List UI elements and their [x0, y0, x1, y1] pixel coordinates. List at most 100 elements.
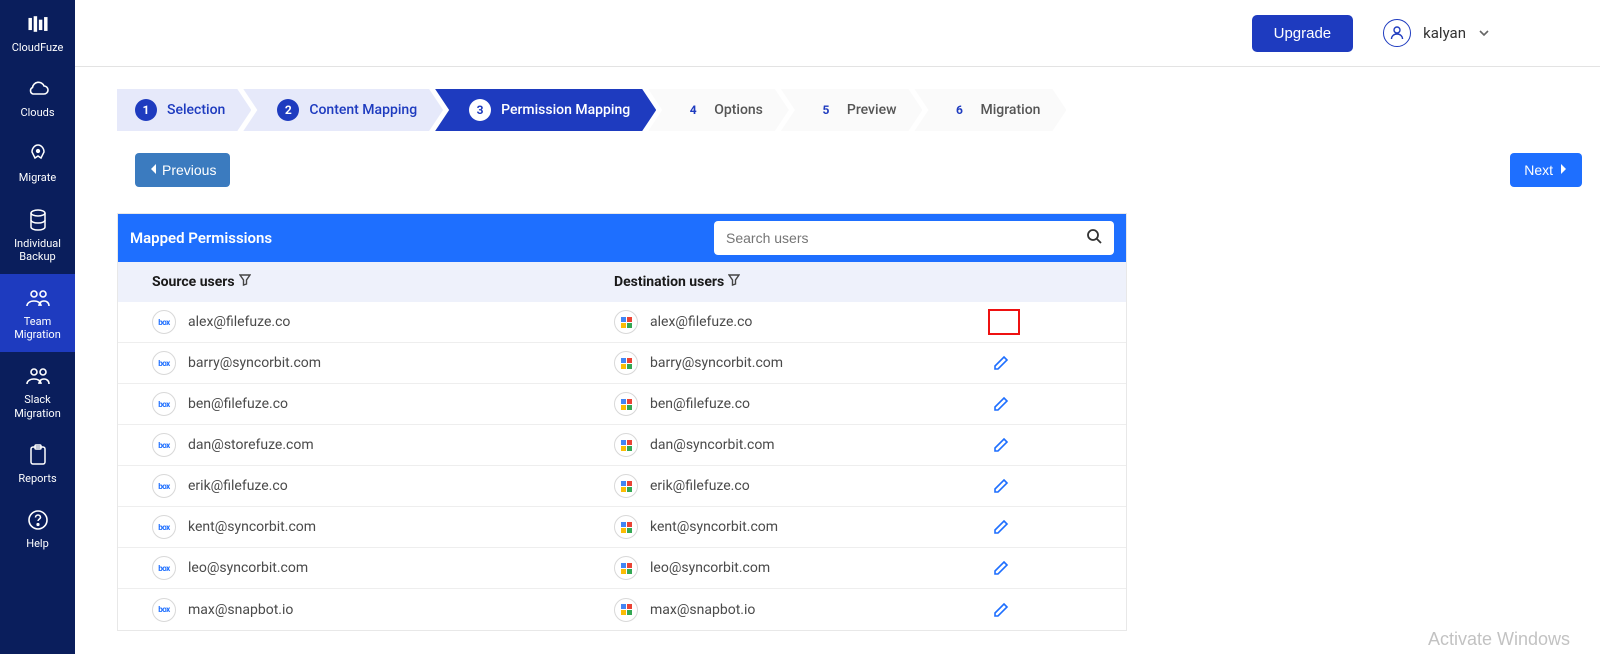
sidebar-label: CloudFuze: [12, 41, 64, 54]
source-email: barry@syncorbit.com: [188, 355, 321, 371]
edit-button[interactable]: [988, 350, 1014, 376]
table-row: box barry@syncorbit.com barry@syncorbit.…: [118, 343, 1126, 384]
stepper: 1 Selection 2 Content Mapping 3 Permissi…: [117, 89, 1570, 131]
cell-destination: ben@filefuze.co: [598, 392, 978, 416]
search-wrap: [714, 221, 1114, 255]
previous-button[interactable]: Previous: [135, 153, 230, 187]
box-icon: box: [152, 433, 176, 457]
box-icon: box: [152, 474, 176, 498]
step-num: 1: [135, 99, 157, 121]
chevron-left-icon: [149, 162, 158, 178]
search-input[interactable]: [726, 230, 1086, 246]
sidebar-label: Slack Migration: [4, 393, 71, 419]
col-source[interactable]: Source users: [118, 274, 598, 290]
sidebar-item-reports[interactable]: Reports: [0, 431, 75, 496]
cell-edit: [978, 432, 1126, 458]
username: kalyan: [1423, 24, 1466, 42]
destination-email: erik@filefuze.co: [650, 478, 750, 494]
sidebar-label: Team Migration: [4, 315, 71, 341]
user-menu[interactable]: kalyan: [1383, 19, 1490, 47]
destination-email: dan@syncorbit.com: [650, 437, 775, 453]
col-destination[interactable]: Destination users: [598, 274, 1126, 290]
col-destination-label: Destination users: [614, 274, 724, 290]
step-selection[interactable]: 1 Selection: [117, 89, 251, 131]
cell-destination: alex@filefuze.co: [598, 310, 978, 334]
cell-destination: barry@syncorbit.com: [598, 351, 978, 375]
next-button[interactable]: Next: [1510, 153, 1582, 187]
google-drive-icon: [614, 598, 638, 622]
destination-email: alex@filefuze.co: [650, 314, 752, 330]
box-icon: box: [152, 351, 176, 375]
source-email: alex@filefuze.co: [188, 314, 290, 330]
cloud-icon: [25, 76, 51, 102]
cell-edit: [978, 473, 1126, 499]
step-label: Permission Mapping: [501, 102, 630, 118]
edit-button[interactable]: [988, 597, 1014, 623]
panel-header: Mapped Permissions: [118, 214, 1126, 262]
google-drive-icon: [614, 474, 638, 498]
chevron-right-icon: [1559, 162, 1568, 178]
step-options[interactable]: 4 Options: [648, 89, 789, 131]
table-row: box kent@syncorbit.com kent@syncorbit.co…: [118, 507, 1126, 548]
source-email: erik@filefuze.co: [188, 478, 288, 494]
sidebar-item-migrate[interactable]: Migrate: [0, 130, 75, 195]
destination-email: max@snapbot.io: [650, 602, 755, 618]
sidebar-item-help[interactable]: Help: [0, 496, 75, 561]
search-icon[interactable]: [1086, 228, 1102, 248]
cell-destination: leo@syncorbit.com: [598, 556, 978, 580]
sidebar: CloudFuze Clouds Migrate Individual Back…: [0, 0, 75, 654]
cell-source: box ben@filefuze.co: [118, 392, 598, 416]
sidebar-item-cloudfuze[interactable]: CloudFuze: [0, 0, 75, 65]
step-num: 4: [682, 99, 704, 121]
cell-edit: [978, 555, 1126, 581]
column-headers: Source users Destination users: [118, 262, 1126, 302]
step-migration[interactable]: 6 Migration: [914, 89, 1066, 131]
edit-button[interactable]: [988, 309, 1020, 335]
next-label: Next: [1524, 162, 1553, 178]
sidebar-item-individual-backup[interactable]: Individual Backup: [0, 196, 75, 274]
step-num: 2: [277, 99, 299, 121]
cell-source: box kent@syncorbit.com: [118, 515, 598, 539]
cell-destination: erik@filefuze.co: [598, 474, 978, 498]
sidebar-item-clouds[interactable]: Clouds: [0, 65, 75, 130]
cell-edit: [978, 391, 1126, 417]
cell-source: box barry@syncorbit.com: [118, 351, 598, 375]
sidebar-label: Reports: [18, 472, 56, 485]
sidebar-item-team-migration[interactable]: Team Migration: [0, 274, 75, 352]
source-email: leo@syncorbit.com: [188, 560, 308, 576]
main: Upgrade kalyan 1 Selection 2: [75, 0, 1600, 654]
cell-destination: dan@syncorbit.com: [598, 433, 978, 457]
header: Upgrade kalyan: [75, 0, 1600, 67]
box-icon: box: [152, 598, 176, 622]
step-content-mapping[interactable]: 2 Content Mapping: [243, 89, 443, 131]
source-email: max@snapbot.io: [188, 602, 293, 618]
step-preview[interactable]: 5 Preview: [781, 89, 923, 131]
clipboard-icon: [25, 442, 51, 468]
filter-icon[interactable]: [728, 274, 740, 290]
sidebar-item-slack-migration[interactable]: Slack Migration: [0, 352, 75, 430]
destination-email: kent@syncorbit.com: [650, 519, 778, 535]
sidebar-label: Migrate: [19, 171, 56, 184]
step-permission-mapping[interactable]: 3 Permission Mapping: [435, 89, 656, 131]
mapped-permissions-panel: Mapped Permissions Source users: [117, 213, 1127, 631]
col-source-label: Source users: [152, 274, 235, 290]
edit-button[interactable]: [988, 473, 1014, 499]
edit-button[interactable]: [988, 514, 1014, 540]
sidebar-label: Individual Backup: [4, 237, 71, 263]
edit-button[interactable]: [988, 432, 1014, 458]
step-num: 5: [815, 99, 837, 121]
upgrade-button[interactable]: Upgrade: [1252, 15, 1354, 52]
sidebar-label: Clouds: [20, 106, 54, 119]
team-icon: [25, 363, 51, 389]
table-row: box erik@filefuze.co erik@filefuze.co: [118, 466, 1126, 507]
box-icon: box: [152, 392, 176, 416]
google-drive-icon: [614, 433, 638, 457]
step-num: 3: [469, 99, 491, 121]
chevron-down-icon: [1478, 25, 1490, 41]
cell-source: box leo@syncorbit.com: [118, 556, 598, 580]
avatar-icon: [1383, 19, 1411, 47]
edit-button[interactable]: [988, 555, 1014, 581]
destination-email: barry@syncorbit.com: [650, 355, 783, 371]
edit-button[interactable]: [988, 391, 1014, 417]
filter-icon[interactable]: [239, 274, 251, 290]
